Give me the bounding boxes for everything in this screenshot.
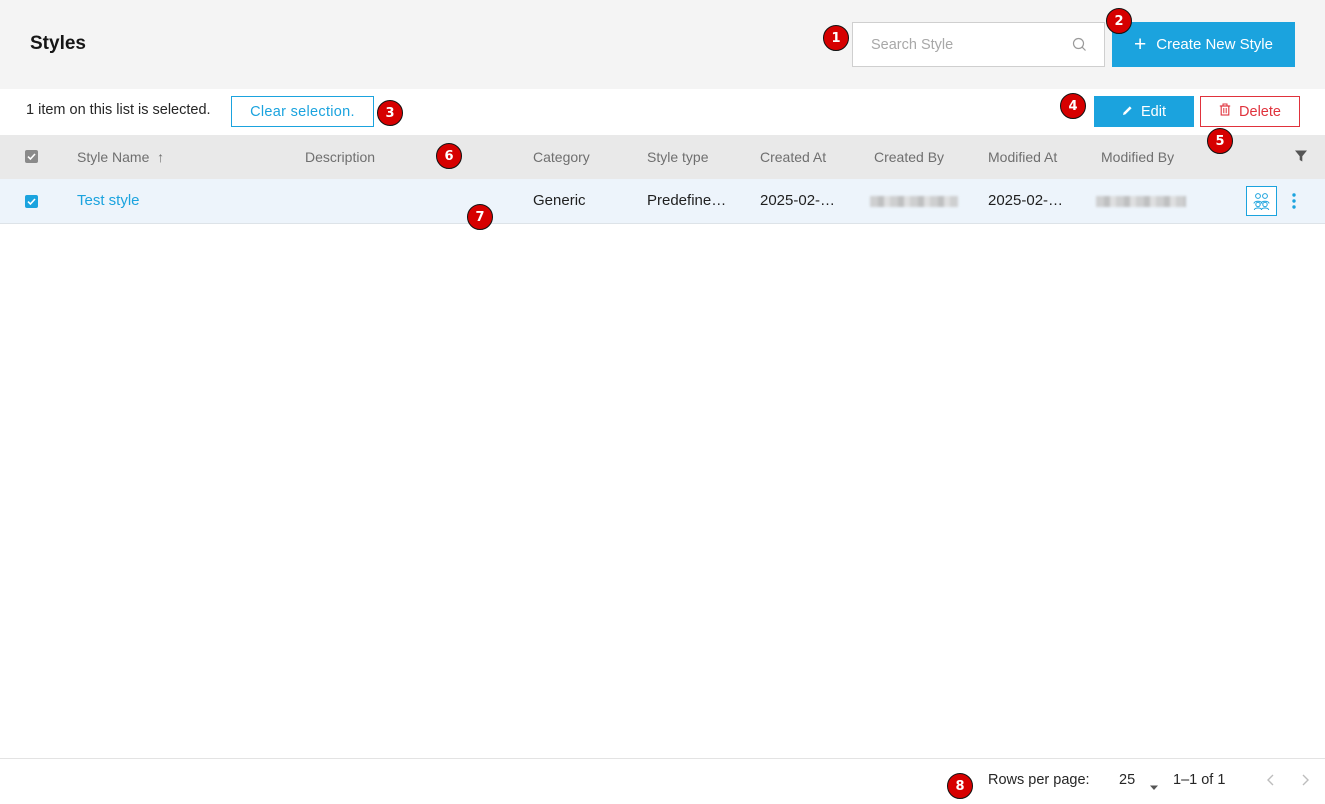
column-header-style-name[interactable]: Style Name ↑ [77, 149, 164, 165]
page-title: Styles [30, 33, 86, 54]
annotation-marker: 1 [823, 25, 849, 51]
annotation-marker: 6 [436, 143, 462, 169]
annotation-marker: 7 [467, 204, 493, 230]
styles-page: Styles + Create New Style 1 item on this… [0, 0, 1325, 804]
column-header-modified-by[interactable]: Modified By [1101, 149, 1174, 165]
search-icon[interactable] [1071, 36, 1089, 54]
plus-icon: + [1134, 33, 1147, 56]
column-header-category[interactable]: Category [533, 149, 590, 165]
cell-created-at: 2025-02-… [760, 192, 836, 209]
column-header-modified-at[interactable]: Modified At [988, 149, 1057, 165]
cell-modified-at: 2025-02-… [988, 192, 1064, 209]
select-all-checkbox[interactable] [25, 150, 38, 163]
table-row[interactable]: Test style Generic Predefine… 2025-02-… … [0, 179, 1325, 224]
rows-per-page-select[interactable]: 25 [1119, 772, 1135, 788]
table-header: Style Name ↑ Description Category Style … [0, 135, 1325, 179]
selection-status-text: 1 item on this list is selected. [26, 102, 211, 118]
annotation-marker: 2 [1106, 8, 1132, 34]
column-header-description[interactable]: Description [305, 149, 375, 165]
column-header-created-at[interactable]: Created At [760, 149, 826, 165]
group-icon [1253, 193, 1270, 211]
annotation-marker: 8 [947, 773, 973, 799]
cell-created-by-redacted [870, 196, 958, 207]
kebab-icon[interactable] [1286, 191, 1302, 211]
column-header-created-by[interactable]: Created By [874, 149, 944, 165]
cell-style-type: Predefine… [647, 192, 727, 209]
column-header-style-type[interactable]: Style type [647, 149, 708, 165]
group-access-button[interactable] [1246, 186, 1277, 216]
sort-arrow-icon: ↑ [157, 149, 165, 165]
style-name-link[interactable]: Test style [77, 192, 140, 209]
search-box[interactable] [852, 22, 1105, 67]
trash-icon [1219, 103, 1231, 120]
chevron-right-icon[interactable] [1298, 772, 1312, 788]
chevron-left-icon[interactable] [1264, 772, 1278, 788]
cell-modified-by-redacted [1096, 196, 1186, 207]
edit-label: Edit [1141, 103, 1166, 120]
pagination-range: 1–1 of 1 [1173, 772, 1226, 788]
search-input[interactable] [853, 23, 1068, 66]
delete-label: Delete [1239, 103, 1281, 120]
row-checkbox[interactable] [25, 195, 38, 208]
create-new-style-button[interactable]: + Create New Style [1112, 22, 1295, 67]
create-new-style-label: Create New Style [1156, 36, 1273, 53]
edit-button[interactable]: Edit [1094, 96, 1194, 127]
delete-button[interactable]: Delete [1200, 96, 1300, 127]
cell-category: Generic [533, 192, 586, 209]
annotation-marker: 5 [1207, 128, 1233, 154]
annotation-marker: 4 [1060, 93, 1086, 119]
annotation-marker: 3 [377, 100, 403, 126]
clear-selection-button[interactable]: Clear selection. [231, 96, 374, 127]
caret-down-icon[interactable] [1149, 778, 1159, 790]
filter-icon[interactable] [1294, 149, 1308, 163]
rows-per-page-label: Rows per page: [988, 772, 1090, 788]
pencil-icon [1122, 104, 1133, 120]
